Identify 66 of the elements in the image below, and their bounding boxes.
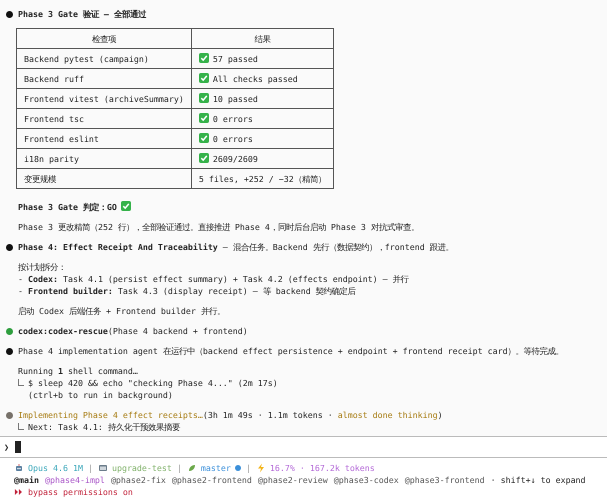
plan-line: 按计划拆分： (18, 261, 67, 273)
agent-tag: @phase2-fix (110, 474, 166, 486)
table-cell: All checks passed (191, 68, 334, 88)
table-cell: Frontend eslint (16, 128, 192, 148)
task-stats: (3h 1m 49s · 1.1m tokens · (202, 409, 334, 421)
plan-line: - Codex: Task 4.1 (persist effect summary) + Task 4.2 (effects endpoint) — 并行 (18, 273, 410, 285)
tree-connector-icon (18, 379, 24, 386)
plan-line: - Frontend builder: Task 4.3 (display receipt) — 等 backend 契约确定后 (18, 285, 357, 297)
prompt-symbol: ❯ (4, 441, 9, 453)
table-cell: Frontend vitest (archiveSummary) (16, 88, 192, 108)
check-icon (198, 132, 209, 142)
verdict-text: Phase 3 Gate 判定：GO (6, 201, 601, 213)
task-status: almost done thinking (338, 409, 438, 421)
message-text: Phase 3 更改精简（252 行），全部验证通过。直接推进 Phase 4，同时后台启动 Phase 3 对抗式审查。 (17, 221, 420, 233)
column-header: 检查项 (16, 28, 192, 48)
shell-status: Running 1 shell command… (18, 365, 139, 377)
table-cell: 57 passed (191, 48, 334, 68)
message-text: Phase 4 implementation agent 在运行中（backend effect persistence + endpoint + frontend receipt card）。等待完成。 (18, 345, 564, 357)
message-text: Phase 3 Gate 验证 – 全部通过 (18, 8, 146, 20)
branch-name: master (200, 462, 231, 474)
check-icon (198, 92, 209, 102)
agent-tag: @phase2-frontend (172, 474, 252, 486)
message-text: codex:codex-rescue(Phase 4 backend + frontend) (18, 325, 248, 337)
status-dot-icon (234, 465, 241, 471)
next-step: Next: Task 4.1: 持久化干预效果摘要 (28, 421, 180, 433)
lightning-icon (256, 463, 266, 473)
table-cell: 5 files, +252 / −32（精简） (191, 168, 334, 188)
task-label: Implementing Phase 4 effect receipts… (18, 409, 203, 421)
agent-tag: @phase3-codex (334, 474, 399, 486)
check-icon (198, 72, 209, 82)
leaf-icon (186, 463, 197, 473)
table-cell: 0 errors (191, 128, 334, 148)
separator: | (88, 462, 93, 474)
folder-icon (98, 463, 108, 473)
table-cell: 2609/2609 (191, 148, 334, 168)
agent-tag: @phase2-review (258, 474, 328, 486)
token-usage: 16.7% · 167.2k tokens (270, 462, 375, 474)
robot-icon (14, 463, 24, 473)
model-name: Opus 4.6 1M (28, 462, 83, 474)
table-cell: 变更规模 (16, 168, 192, 188)
check-icon (198, 52, 209, 62)
folder-name: upgrade-test (112, 462, 172, 474)
separator: | (246, 462, 251, 474)
shell-output: (ctrl+b to run in background) (28, 389, 173, 401)
check-icon (198, 152, 209, 162)
table-cell: Backend pytest (campaign) (16, 48, 192, 68)
table-cell: 0 errors (191, 108, 334, 128)
tree-connector-icon (18, 423, 24, 430)
text-cursor (15, 441, 21, 453)
task-stats: ) (438, 409, 443, 421)
message-text: Phase 4: Effect Receipt And Traceability — 混合任务。Backend 先行（数据契约），frontend 跟进。 (18, 241, 454, 253)
column-header: 结果 (191, 28, 334, 48)
agent-tag: @main (14, 474, 39, 486)
mode-symbol: ⏵⏵ (14, 486, 22, 498)
mode-status: bypass permissions on (28, 486, 133, 498)
table-cell: Frontend tsc (16, 108, 192, 128)
separator: | (176, 462, 182, 474)
table-cell: i18n parity (16, 148, 192, 168)
table-cell: Backend ruff (16, 68, 192, 88)
agent-tag: @phase3-frontend (404, 474, 485, 486)
check-icon (198, 112, 209, 122)
shell-output: $ sleep 420 && echo "checking Phase 4..." (2m 17s) (28, 377, 278, 389)
message-text: 启动 Codex 后端任务 + Frontend builder 并行。 (17, 305, 226, 317)
table-cell: 10 passed (191, 88, 334, 108)
agent-tag: @phase4-impl (44, 474, 105, 486)
expand-hint: · shift+↓ to expand (490, 474, 586, 486)
